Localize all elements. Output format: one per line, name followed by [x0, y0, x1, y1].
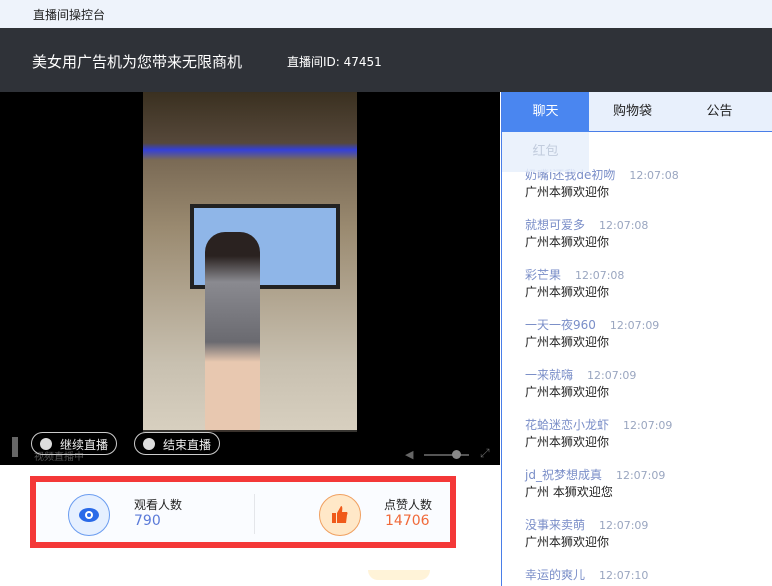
chat-time: 12:07:09: [587, 369, 637, 382]
chat-username[interactable]: 彩芒果: [525, 268, 561, 282]
end-live-button[interactable]: 结束直播: [134, 432, 221, 455]
thumbs-up-icon: [319, 494, 361, 536]
decorative-tab: [368, 570, 430, 580]
chat-text: 广州本狮欢迎你: [525, 335, 610, 349]
chat-time: 12:07:09: [623, 419, 673, 432]
viewers-label: 观看人数: [134, 498, 183, 512]
chat-text: 广州本狮欢迎你: [525, 235, 610, 249]
stop-icon: [143, 438, 155, 450]
continue-live-button[interactable]: 继续直播: [31, 432, 118, 455]
fullscreen-icon[interactable]: ⤢: [480, 446, 490, 461]
chat-username[interactable]: 花蛤迷恋小龙虾: [525, 418, 609, 432]
stats-panel: 观看人数 790 点赞人数 14706: [30, 476, 456, 548]
chat-text: 广州本狮欢迎你: [525, 385, 610, 399]
page-title: 美女用广告机为您带来无限商机: [32, 53, 243, 71]
chat-message: 就想可爱多 12:07:08 广州本狮欢迎你: [525, 218, 679, 268]
stats-divider: [254, 494, 255, 534]
continue-label: 继续直播: [60, 438, 109, 452]
likes-label: 点赞人数: [384, 498, 433, 512]
chat-message: jd_祝梦想成真 12:07:09 广州 本狮欢迎您: [525, 468, 679, 518]
chat-time: 12:07:09: [615, 469, 666, 482]
chat-username[interactable]: 幸运的爽儿: [525, 568, 585, 582]
chat-message: 没事来卖萌 12:07:09 广州本狮欢迎你: [525, 518, 679, 568]
video-player[interactable]: 视频直播中 继续直播 结束直播 ◀ ⤢: [0, 92, 500, 465]
chat-time: 12:07:08: [575, 269, 625, 282]
chat-time: 12:07:08: [599, 219, 649, 232]
chat-message: 彩芒果 12:07:08 广州本狮欢迎你: [525, 268, 679, 318]
chat-text: 广州 本狮欢迎您: [525, 485, 613, 499]
volume-handle[interactable]: [452, 450, 461, 459]
chat-text: 广州本狮欢迎你: [525, 285, 610, 299]
chat-text: 广州本狮欢迎你: [525, 435, 610, 449]
chat-list: 奶嘴i还我de初吻 12:07:08 广州本狮欢迎你 就想可爱多 12:07:08 广州本…: [525, 168, 679, 583]
window-title: 直播间操控台: [0, 0, 772, 28]
chat-username[interactable]: 没事来卖萌: [525, 518, 585, 532]
tab-red-packet[interactable]: 红包: [502, 132, 589, 172]
chat-time: 12:07:10: [599, 569, 649, 582]
sidebar-tabs: 聊天 购物袋 公告: [502, 92, 772, 132]
chat-message: 一天一夜960 12:07:09 广州本狮欢迎你: [525, 318, 679, 368]
chat-sidebar: 聊天 购物袋 公告 红包 奶嘴i还我de初吻 12:07:08 广州本狮欢迎你 就想可…: [501, 92, 772, 586]
chat-username[interactable]: 一天一夜960: [525, 318, 596, 332]
viewers-count: 790: [134, 513, 161, 529]
room-id: 直播间ID: 47451: [287, 55, 382, 69]
chat-username[interactable]: 一来就嗨: [525, 368, 573, 382]
chat-text: 广州本狮欢迎你: [525, 535, 610, 549]
chat-message: 幸运的爽儿 12:07:10: [525, 568, 679, 583]
end-label: 结束直播: [163, 438, 212, 452]
play-icon: [40, 438, 52, 450]
likes-count: 14706: [385, 513, 430, 529]
tab-chat[interactable]: 聊天: [502, 92, 589, 132]
chat-message: 花蛤迷恋小龙虾 12:07:09 广州本狮欢迎你: [525, 418, 679, 468]
volume-icon[interactable]: ◀: [405, 448, 413, 461]
chat-username[interactable]: jd_祝梦想成真: [525, 468, 602, 482]
video-presenter: [205, 232, 260, 432]
chat-message: 一来就嗨 12:07:09 广州本狮欢迎你: [525, 368, 679, 418]
eye-icon: [68, 494, 110, 536]
volume-slider[interactable]: [424, 450, 469, 459]
chat-message: 奶嘴i还我de初吻 12:07:08 广州本狮欢迎你: [525, 168, 679, 218]
tab-shopping-bag[interactable]: 购物袋: [589, 92, 676, 132]
chat-username[interactable]: 就想可爱多: [525, 218, 585, 232]
chat-text: 广州本狮欢迎你: [525, 185, 610, 199]
chat-time: 12:07:08: [629, 169, 679, 182]
tab-announcement[interactable]: 公告: [676, 92, 763, 132]
chat-time: 12:07:09: [609, 319, 660, 332]
header: 美女用广告机为您带来无限商机 直播间ID: 47451: [0, 28, 772, 92]
chat-time: 12:07:09: [599, 519, 649, 532]
pause-icon[interactable]: [12, 437, 18, 457]
